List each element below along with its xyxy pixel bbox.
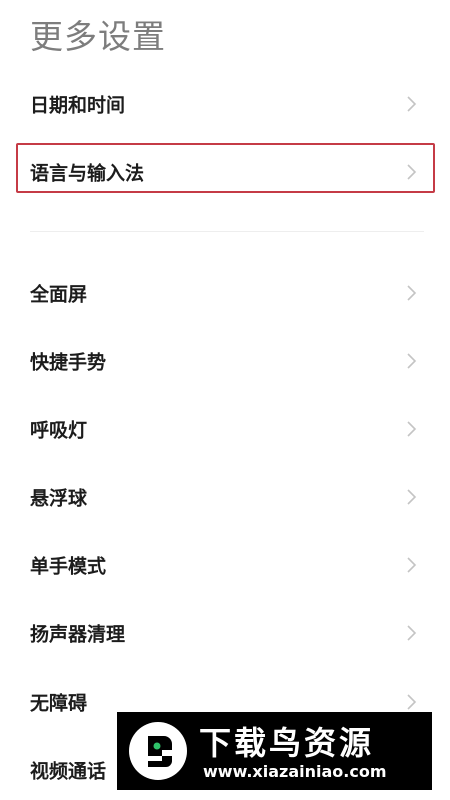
chevron-right-icon xyxy=(402,352,420,370)
chevron-right-icon xyxy=(402,556,420,574)
settings-item-floating-ball[interactable]: 悬浮球 xyxy=(0,472,450,522)
settings-item-speaker-cleanup[interactable]: 扬声器清理 xyxy=(0,608,450,658)
settings-item-label: 快捷手势 xyxy=(30,351,107,374)
watermark-url: www.xiazainiao.com xyxy=(203,762,387,781)
bird-logo-icon xyxy=(127,720,189,782)
divider xyxy=(30,231,424,232)
settings-item-gestures[interactable]: 快捷手势 xyxy=(0,336,450,386)
highlight-box xyxy=(16,143,435,193)
chevron-right-icon xyxy=(402,624,420,642)
chevron-right-icon xyxy=(402,488,420,506)
chevron-right-icon xyxy=(402,95,420,113)
settings-item-label: 呼吸灯 xyxy=(30,419,88,442)
page-title: 更多设置 xyxy=(30,17,166,56)
settings-item-label: 单手模式 xyxy=(30,555,107,578)
settings-item-label: 视频通话 xyxy=(30,760,107,783)
settings-item-date-time[interactable]: 日期和时间 xyxy=(0,79,450,129)
watermark-title: 下载鸟资源 xyxy=(199,724,375,762)
chevron-right-icon xyxy=(402,693,420,711)
chevron-right-icon xyxy=(402,284,420,302)
settings-item-breathing-light[interactable]: 呼吸灯 xyxy=(0,404,450,454)
settings-item-fullscreen[interactable]: 全面屏 xyxy=(0,268,450,318)
chevron-right-icon xyxy=(402,420,420,438)
watermark-banner: 下载鸟资源 www.xiazainiao.com xyxy=(117,712,432,790)
settings-item-label: 悬浮球 xyxy=(30,487,88,510)
settings-item-label: 扬声器清理 xyxy=(30,623,126,646)
settings-item-label: 日期和时间 xyxy=(30,94,126,117)
settings-item-label: 无障碍 xyxy=(30,692,88,715)
settings-item-label: 全面屏 xyxy=(30,283,88,306)
settings-item-one-hand-mode[interactable]: 单手模式 xyxy=(0,540,450,590)
